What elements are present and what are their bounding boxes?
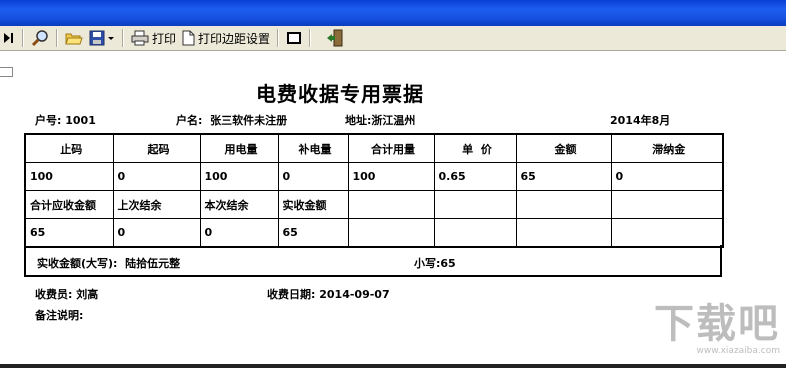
- receipt-title: 电费收据专用票据: [256, 82, 424, 106]
- table-row: 65 0 0 65: [24, 218, 724, 248]
- save-button[interactable]: [86, 28, 118, 48]
- print-margin-button[interactable]: 打印边距设置: [179, 28, 273, 48]
- account-name: 户名: 张三软件未注册: [176, 114, 288, 127]
- page-corner-marker: [0, 67, 13, 77]
- value-cell: 0: [112, 162, 201, 191]
- table-row: 止码 起码 用电量 补电量 合计用量 单 价 金额 滞纳金: [24, 133, 724, 163]
- page-bottom-border: [0, 364, 786, 368]
- value-cell: 100: [199, 162, 279, 191]
- value-cell: 100: [24, 162, 114, 191]
- empty-cell: [515, 190, 612, 219]
- watermark-logo: 下载吧 www.xiazaiba.com: [640, 302, 780, 364]
- watermark-url: www.xiazaiba.com: [696, 346, 780, 356]
- header-cell: 滞纳金: [610, 133, 724, 163]
- value-cell: 65: [277, 218, 349, 248]
- empty-cell: [610, 218, 724, 248]
- header-cell: 合计应收金额: [24, 190, 114, 219]
- empty-cell: [347, 190, 435, 219]
- table-row: 100 0 100 0 100 0.65 65 0: [24, 162, 724, 191]
- dropdown-arrow-icon[interactable]: [107, 34, 115, 42]
- window-title-bar: [0, 0, 786, 26]
- header-cell: 补电量: [277, 133, 349, 163]
- header-cell: 止码: [24, 133, 114, 163]
- value-cell: 0.65: [433, 162, 517, 191]
- remarks-label: 备注说明:: [35, 309, 84, 322]
- printer-icon: [131, 30, 149, 46]
- header-cell: 用电量: [199, 133, 279, 163]
- header-cell: 实收金额: [277, 190, 349, 219]
- exit-door-icon: [327, 29, 343, 47]
- empty-cell: [610, 190, 724, 219]
- last-page-button[interactable]: [0, 28, 18, 48]
- page-frame-button[interactable]: [283, 28, 305, 48]
- value-cell: 100: [347, 162, 435, 191]
- header-cell: 起码: [112, 133, 201, 163]
- address: 地址:浙江温州: [345, 114, 416, 127]
- amount-in-words: 实收金额(大写): 陆拾伍元整: [37, 257, 181, 270]
- empty-cell: [433, 190, 517, 219]
- payment-date: 收费日期: 2014-09-07: [267, 288, 390, 301]
- header-cell: 金额: [515, 133, 612, 163]
- folder-open-icon: [65, 33, 83, 45]
- value-cell: 0: [277, 162, 349, 191]
- header-cell: 本次结余: [199, 190, 279, 219]
- print-button[interactable]: 打印: [128, 28, 179, 48]
- table-row: 合计应收金额 上次结余 本次结余 实收金额: [24, 190, 724, 219]
- billing-period: 2014年8月: [610, 114, 671, 127]
- receipt-table: 止码 起码 用电量 补电量 合计用量 单 价 金额 滞纳金 100 0 100 …: [24, 133, 724, 248]
- header-cell: 上次结余: [112, 190, 201, 219]
- value-cell: 0: [610, 162, 724, 191]
- empty-cell: [347, 218, 435, 248]
- square-frame-icon: [287, 32, 302, 44]
- account-number: 户号: 1001: [35, 114, 96, 127]
- empty-cell: [433, 218, 517, 248]
- zoom-button[interactable]: [28, 28, 52, 48]
- value-cell: 65: [515, 162, 612, 191]
- header-cell: 合计用量: [347, 133, 435, 163]
- floppy-disk-icon: [89, 30, 105, 46]
- page-icon: [182, 30, 195, 46]
- exit-button[interactable]: [323, 28, 347, 48]
- last-page-icon: [4, 33, 13, 43]
- empty-cell: [515, 218, 612, 248]
- header-cell: 单 价: [433, 133, 517, 163]
- magnifier-icon: [31, 30, 48, 47]
- amount-in-figures: 小写:65: [414, 257, 456, 270]
- toolbar: 打印 打印边距设置: [0, 26, 786, 51]
- print-label: 打印: [152, 31, 177, 46]
- cashier: 收费员: 刘高: [35, 288, 99, 301]
- value-cell: 0: [112, 218, 201, 248]
- open-button[interactable]: [62, 28, 86, 48]
- watermark-text: 下载吧: [654, 301, 780, 347]
- value-cell: 0: [199, 218, 279, 248]
- print-margin-label: 打印边距设置: [198, 31, 271, 46]
- value-cell: 65: [24, 218, 114, 248]
